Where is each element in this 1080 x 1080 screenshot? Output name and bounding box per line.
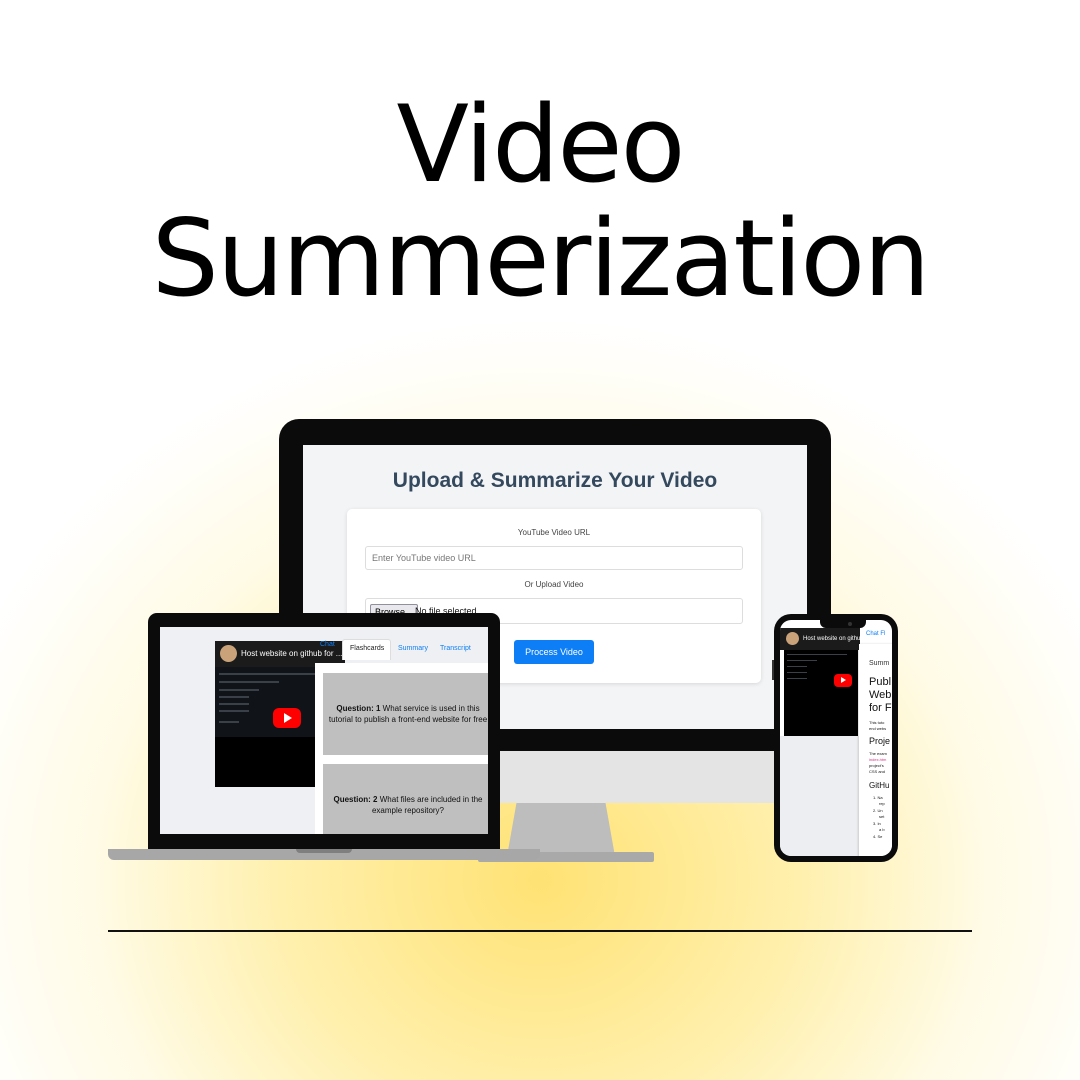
phone-screen: Host website on github for ... Chat Fl S… bbox=[780, 620, 892, 856]
flashcards-panel: Question: 1 What service is used in this… bbox=[315, 663, 488, 834]
flashcard-text: Question: 1 What service is used in this… bbox=[327, 703, 488, 725]
phone-step: 3. In bbox=[873, 821, 881, 826]
tab-transcript[interactable]: Transcript bbox=[440, 645, 471, 652]
frame-line bbox=[219, 721, 239, 723]
tab-flashcards[interactable]: Flashcards bbox=[350, 645, 384, 652]
phone-camera bbox=[848, 622, 852, 626]
flashcard-question: What files are included in the example r… bbox=[371, 795, 483, 815]
phone-background bbox=[780, 736, 859, 856]
phone-video-title-bar: Host website on github for ... bbox=[780, 628, 879, 650]
phone-video-player[interactable] bbox=[784, 650, 858, 736]
phone-tab-summary[interactable]: Summ bbox=[869, 660, 889, 667]
phone-step: 4. Se bbox=[873, 834, 883, 839]
flashcard-number: Question: 1 bbox=[336, 704, 381, 713]
phone-project-line: index.htm bbox=[869, 757, 887, 762]
frame-line bbox=[787, 660, 817, 661]
frame-line bbox=[787, 678, 807, 679]
youtube-play-icon[interactable] bbox=[273, 708, 301, 728]
youtube-play-icon[interactable] bbox=[834, 674, 852, 687]
frame-line bbox=[787, 654, 847, 655]
phone-step: 2. Un bbox=[873, 808, 883, 813]
frame-line bbox=[787, 666, 807, 667]
flashcard-number: Question: 2 bbox=[333, 795, 378, 804]
frame-line bbox=[219, 681, 279, 683]
headline: Video Summerization bbox=[0, 88, 1080, 316]
tab-summary[interactable]: Summary bbox=[398, 645, 428, 652]
laptop-screen: Host website on github for ... Chat Flas… bbox=[160, 627, 488, 834]
frame-line bbox=[219, 689, 259, 691]
laptop-notch bbox=[296, 849, 352, 853]
phone-step: a b bbox=[879, 827, 885, 832]
tab-chat[interactable]: Chat bbox=[320, 641, 335, 648]
phone-tabs[interactable]: Chat Fl bbox=[866, 631, 885, 637]
phone-step: set bbox=[879, 814, 885, 819]
phone-intro-line: end webs bbox=[869, 726, 887, 731]
phone-title-line: Web bbox=[869, 689, 892, 701]
phone-project-line: The exam bbox=[869, 751, 887, 756]
phone-project-line: project's bbox=[869, 763, 884, 768]
upload-label: Or Upload Video bbox=[524, 580, 584, 589]
phone-intro-line: This tuto bbox=[869, 720, 885, 725]
phone-step: 1. Na bbox=[873, 795, 883, 800]
headline-line-2: Summerization bbox=[151, 197, 931, 320]
url-label: YouTube Video URL bbox=[517, 528, 591, 537]
process-video-button[interactable]: Process Video bbox=[514, 640, 594, 664]
divider-line bbox=[108, 930, 972, 932]
flashcard-text: Question: 2 What files are included in t… bbox=[327, 794, 488, 816]
phone-title-line: Publ bbox=[869, 676, 892, 688]
phone-project-heading: Proje bbox=[869, 736, 891, 746]
frame-line bbox=[219, 696, 249, 698]
phone-summary-panel: Summ Publ Web for F This tuto end webs P… bbox=[859, 644, 892, 856]
channel-avatar bbox=[786, 632, 799, 645]
frame-line bbox=[219, 710, 249, 712]
phone-title-line: for F bbox=[869, 702, 892, 714]
youtube-url-input[interactable] bbox=[365, 546, 743, 570]
phone-github-heading: GitHu bbox=[869, 781, 890, 790]
headline-line-1: Video bbox=[396, 83, 686, 206]
flashcard[interactable]: Question: 2 What files are included in t… bbox=[323, 764, 488, 834]
frame-line bbox=[219, 703, 249, 705]
flashcard[interactable]: Question: 1 What service is used in this… bbox=[323, 673, 488, 755]
phone-project-line: CSS and bbox=[869, 769, 886, 774]
frame-line bbox=[787, 672, 807, 673]
channel-avatar bbox=[220, 645, 237, 662]
page-title: Upload & Summarize Your Video bbox=[392, 469, 718, 492]
phone-step: rep bbox=[879, 801, 885, 806]
video-title: Host website on github for ... bbox=[241, 649, 343, 658]
phone-notch bbox=[820, 619, 866, 628]
